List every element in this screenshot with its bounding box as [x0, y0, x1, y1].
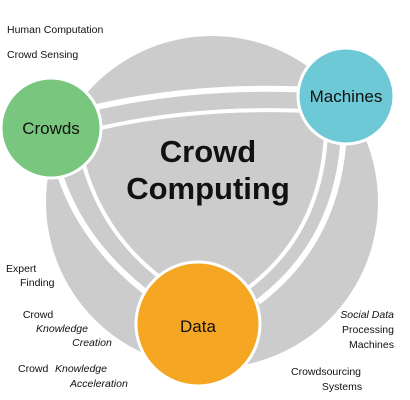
annotation-social-data-3: Machines	[349, 339, 394, 351]
annotation-social-data-1: Social Data	[340, 309, 394, 321]
annotation-expert-finding-1: Expert	[6, 263, 36, 275]
crowds-label: Crowds	[22, 119, 80, 138]
annotation-crowd-knowledge-creation-1: Crowd	[23, 309, 54, 321]
annotation-social-data-2: Processing	[342, 324, 394, 336]
annotation-expert-finding-2: Finding	[20, 277, 55, 289]
annotation-crowd-knowledge-creation-3: Creation	[72, 337, 112, 349]
machines-label: Machines	[310, 87, 383, 106]
annotation-human-computation: Human Computation	[7, 24, 103, 36]
center-title-line1: Crowd	[160, 134, 256, 169]
crowd-computing-diagram: Crowds Machines Data Crowd Computing Hum…	[0, 24, 396, 393]
annotation-crowd-knowledge-acceleration-1b: Knowledge	[55, 363, 107, 375]
data-label: Data	[180, 317, 216, 336]
annotation-crowd-knowledge-acceleration-1a: Crowd	[18, 363, 49, 375]
center-title-line2: Computing	[126, 171, 290, 206]
annotation-crowd-knowledge-creation-2: Knowledge	[36, 323, 88, 335]
annotation-crowd-knowledge-acceleration-2: Acceleration	[69, 378, 128, 390]
annotation-crowdsourcing-2: Systems	[322, 381, 362, 393]
annotation-crowdsourcing-1: Crowdsourcing	[291, 366, 361, 378]
annotation-crowd-sensing: Crowd Sensing	[7, 49, 78, 61]
